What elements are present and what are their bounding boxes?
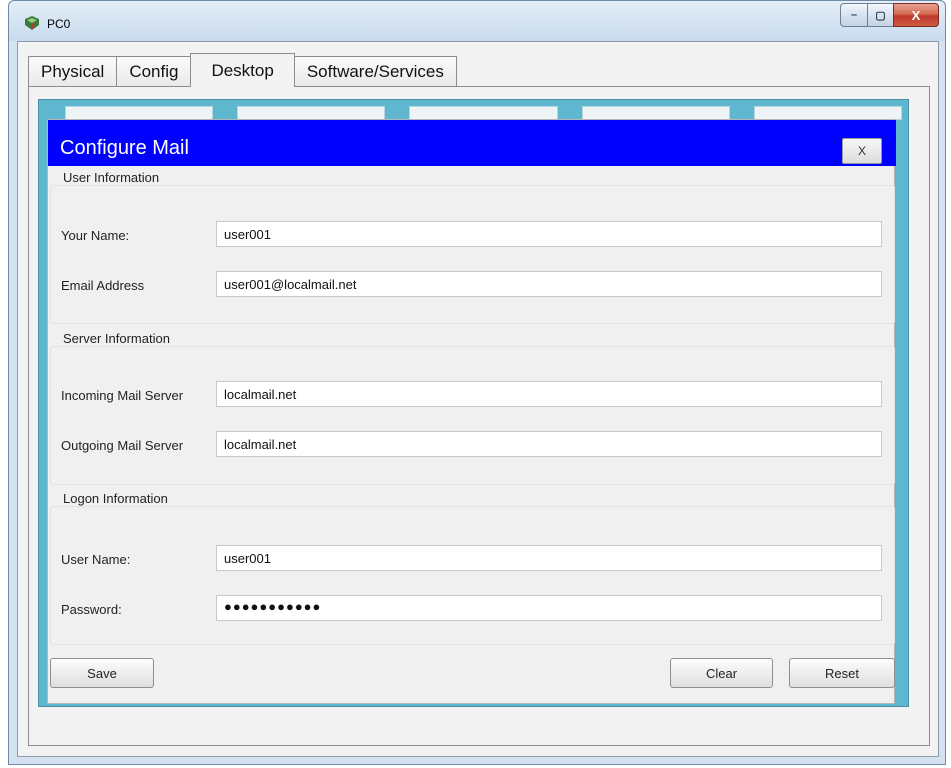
desktop-area: Configure Mail X User Information Your N…	[38, 99, 909, 707]
clear-button[interactable]: Clear	[670, 658, 773, 688]
desktop-app-tile[interactable]	[237, 106, 386, 120]
window-title: PC0	[47, 17, 71, 31]
tab-bar: Physical Config Desktop Software/Service…	[28, 53, 457, 87]
pc-app-icon	[25, 16, 39, 30]
minimize-icon: –	[850, 9, 858, 21]
server-information-group: Server Information Incoming Mail Server …	[50, 331, 895, 485]
server-information-title: Server Information	[61, 331, 172, 346]
dialog-close-button[interactable]: X	[842, 138, 882, 164]
window-titlebar[interactable]: PC0 – ▢ X	[9, 1, 945, 41]
save-button[interactable]: Save	[50, 658, 154, 688]
dialog-title: Configure Mail	[60, 137, 189, 159]
incoming-mail-server-field[interactable]: localmail.net	[216, 381, 882, 407]
logon-information-group: Logon Information User Name: user001 Pas…	[50, 491, 895, 645]
user-information-group: User Information Your Name: user001 Emai…	[50, 170, 895, 324]
incoming-mail-server-label: Incoming Mail Server	[61, 388, 184, 403]
user-name-label: User Name:	[61, 552, 131, 567]
outgoing-mail-server-label: Outgoing Mail Server	[61, 438, 184, 453]
logon-information-title: Logon Information	[61, 491, 170, 506]
desktop-app-tile[interactable]	[581, 106, 730, 120]
your-name-field[interactable]: user001	[216, 221, 882, 247]
password-label: Password:	[61, 602, 122, 617]
desktop-app-tile[interactable]	[753, 106, 903, 120]
window-client-area: Physical Config Desktop Software/Service…	[17, 41, 939, 757]
outgoing-mail-server-field[interactable]: localmail.net	[216, 431, 882, 457]
user-information-title: User Information	[61, 170, 162, 185]
user-name-field[interactable]: user001	[216, 545, 882, 571]
maximize-icon: ▢	[875, 9, 886, 22]
configure-mail-dialog: Configure Mail X User Information Your N…	[47, 119, 896, 704]
window-close-button[interactable]: X	[893, 3, 939, 27]
your-name-label: Your Name:	[61, 228, 130, 243]
close-icon: X	[911, 7, 921, 23]
maximize-button[interactable]: ▢	[867, 3, 893, 27]
desktop-app-tile[interactable]	[409, 106, 558, 120]
tab-software-services[interactable]: Software/Services	[293, 56, 457, 87]
dialog-header: Configure Mail X	[48, 120, 896, 166]
email-address-label: Email Address	[61, 278, 145, 293]
email-address-field[interactable]: user001@localmail.net	[216, 271, 882, 297]
desktop-app-tile[interactable]	[65, 106, 214, 120]
pc0-window: PC0 – ▢ X Physical Config Desktop Softwa…	[8, 0, 946, 765]
reset-button[interactable]: Reset	[789, 658, 895, 688]
minimize-button[interactable]: –	[840, 3, 867, 27]
tab-config[interactable]: Config	[116, 56, 192, 87]
tab-physical[interactable]: Physical	[28, 56, 118, 87]
tab-desktop[interactable]: Desktop	[190, 53, 295, 87]
window-controls: – ▢ X	[840, 3, 939, 27]
password-field[interactable]: ●●●●●●●●●●●	[216, 595, 882, 621]
